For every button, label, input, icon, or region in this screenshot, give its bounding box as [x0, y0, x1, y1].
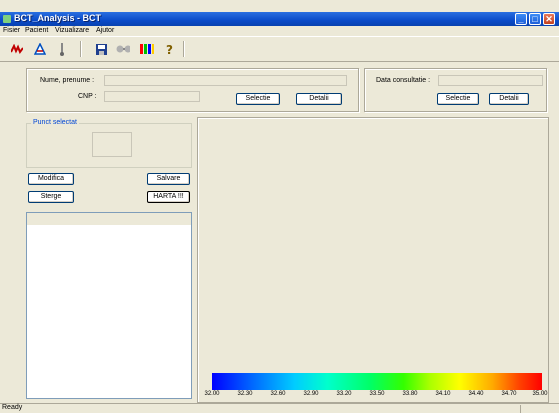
date-label: Data consultatie : [376, 77, 431, 84]
scale-tick: 33.80 [402, 391, 418, 397]
points-list[interactable] [26, 212, 192, 399]
save-button[interactable]: Salvare [147, 173, 190, 185]
svg-text:?: ? [166, 43, 173, 55]
selected-point-value [92, 132, 132, 157]
menu-vizualizare[interactable]: Vizualizare [55, 27, 89, 34]
scale-tick: 32.30 [237, 391, 253, 397]
map-area[interactable] [197, 117, 549, 403]
cnp-label: CNP : [78, 93, 97, 100]
graph-icon[interactable] [10, 42, 24, 56]
close-button[interactable]: ✕ [543, 13, 555, 25]
glasses-icon[interactable] [116, 42, 130, 56]
window-title: BCT_Analysis - BCT [14, 13, 102, 23]
toolbar-separator [183, 41, 185, 57]
name-field[interactable] [104, 75, 347, 86]
cnp-field[interactable] [104, 91, 200, 102]
maximize-button[interactable]: □ [529, 13, 541, 25]
menu-bar: Fisier Pacient Vizualizare Ajutor [0, 26, 559, 36]
patient-panel: Nume, prenume : CNP : Selectie Detalii [26, 68, 359, 112]
consultation-select-button[interactable]: Selectie [437, 93, 479, 105]
color-scale-bar [212, 373, 542, 390]
selected-point-group: Punct selectat [26, 119, 192, 168]
scale-tick: 34.70 [501, 391, 517, 397]
status-text: Ready [2, 404, 23, 411]
app-icon [3, 15, 11, 23]
selected-point-title: Punct selectat [31, 119, 79, 126]
menu-fisier[interactable]: Fisier [3, 27, 20, 34]
thermometer-icon[interactable] [55, 42, 69, 56]
help-icon[interactable]: ? [163, 42, 177, 56]
scale-tick: 34.10 [435, 391, 451, 397]
menu-ajutor[interactable]: Ajutor [96, 27, 114, 34]
scale-tick: 32.90 [303, 391, 319, 397]
scale-tick: 35.00 [532, 391, 548, 397]
scale-tick: 33.20 [336, 391, 352, 397]
menu-pacient[interactable]: Pacient [25, 27, 48, 34]
consultation-panel: Data consultatie : Selectie Detalii [364, 68, 547, 112]
patient-select-button[interactable]: Selectie [236, 93, 280, 105]
toolbar-separator [80, 41, 82, 57]
toolbar: ? [0, 36, 559, 62]
name-label: Nume, prenume : [40, 77, 95, 84]
triangle-chart-icon[interactable] [33, 42, 47, 56]
minimize-button[interactable]: _ [515, 13, 527, 25]
consultation-details-button[interactable]: Detalii [489, 93, 529, 105]
scale-tick: 32.00 [204, 391, 220, 397]
scale-tick: 33.50 [369, 391, 385, 397]
patient-details-button[interactable]: Detalii [296, 93, 342, 105]
map-button[interactable]: HARTA !!! [147, 191, 190, 203]
modify-button[interactable]: Modifica [28, 173, 74, 185]
scale-tick: 34.40 [468, 391, 484, 397]
delete-button[interactable]: Sterge [28, 191, 74, 203]
color-bars-icon[interactable] [140, 42, 154, 56]
list-header [27, 213, 191, 225]
scale-tick: 32.60 [270, 391, 286, 397]
save-icon[interactable] [94, 42, 108, 56]
title-bar: BCT_Analysis - BCT _ □ ✕ [0, 12, 559, 26]
date-field[interactable] [438, 75, 543, 86]
